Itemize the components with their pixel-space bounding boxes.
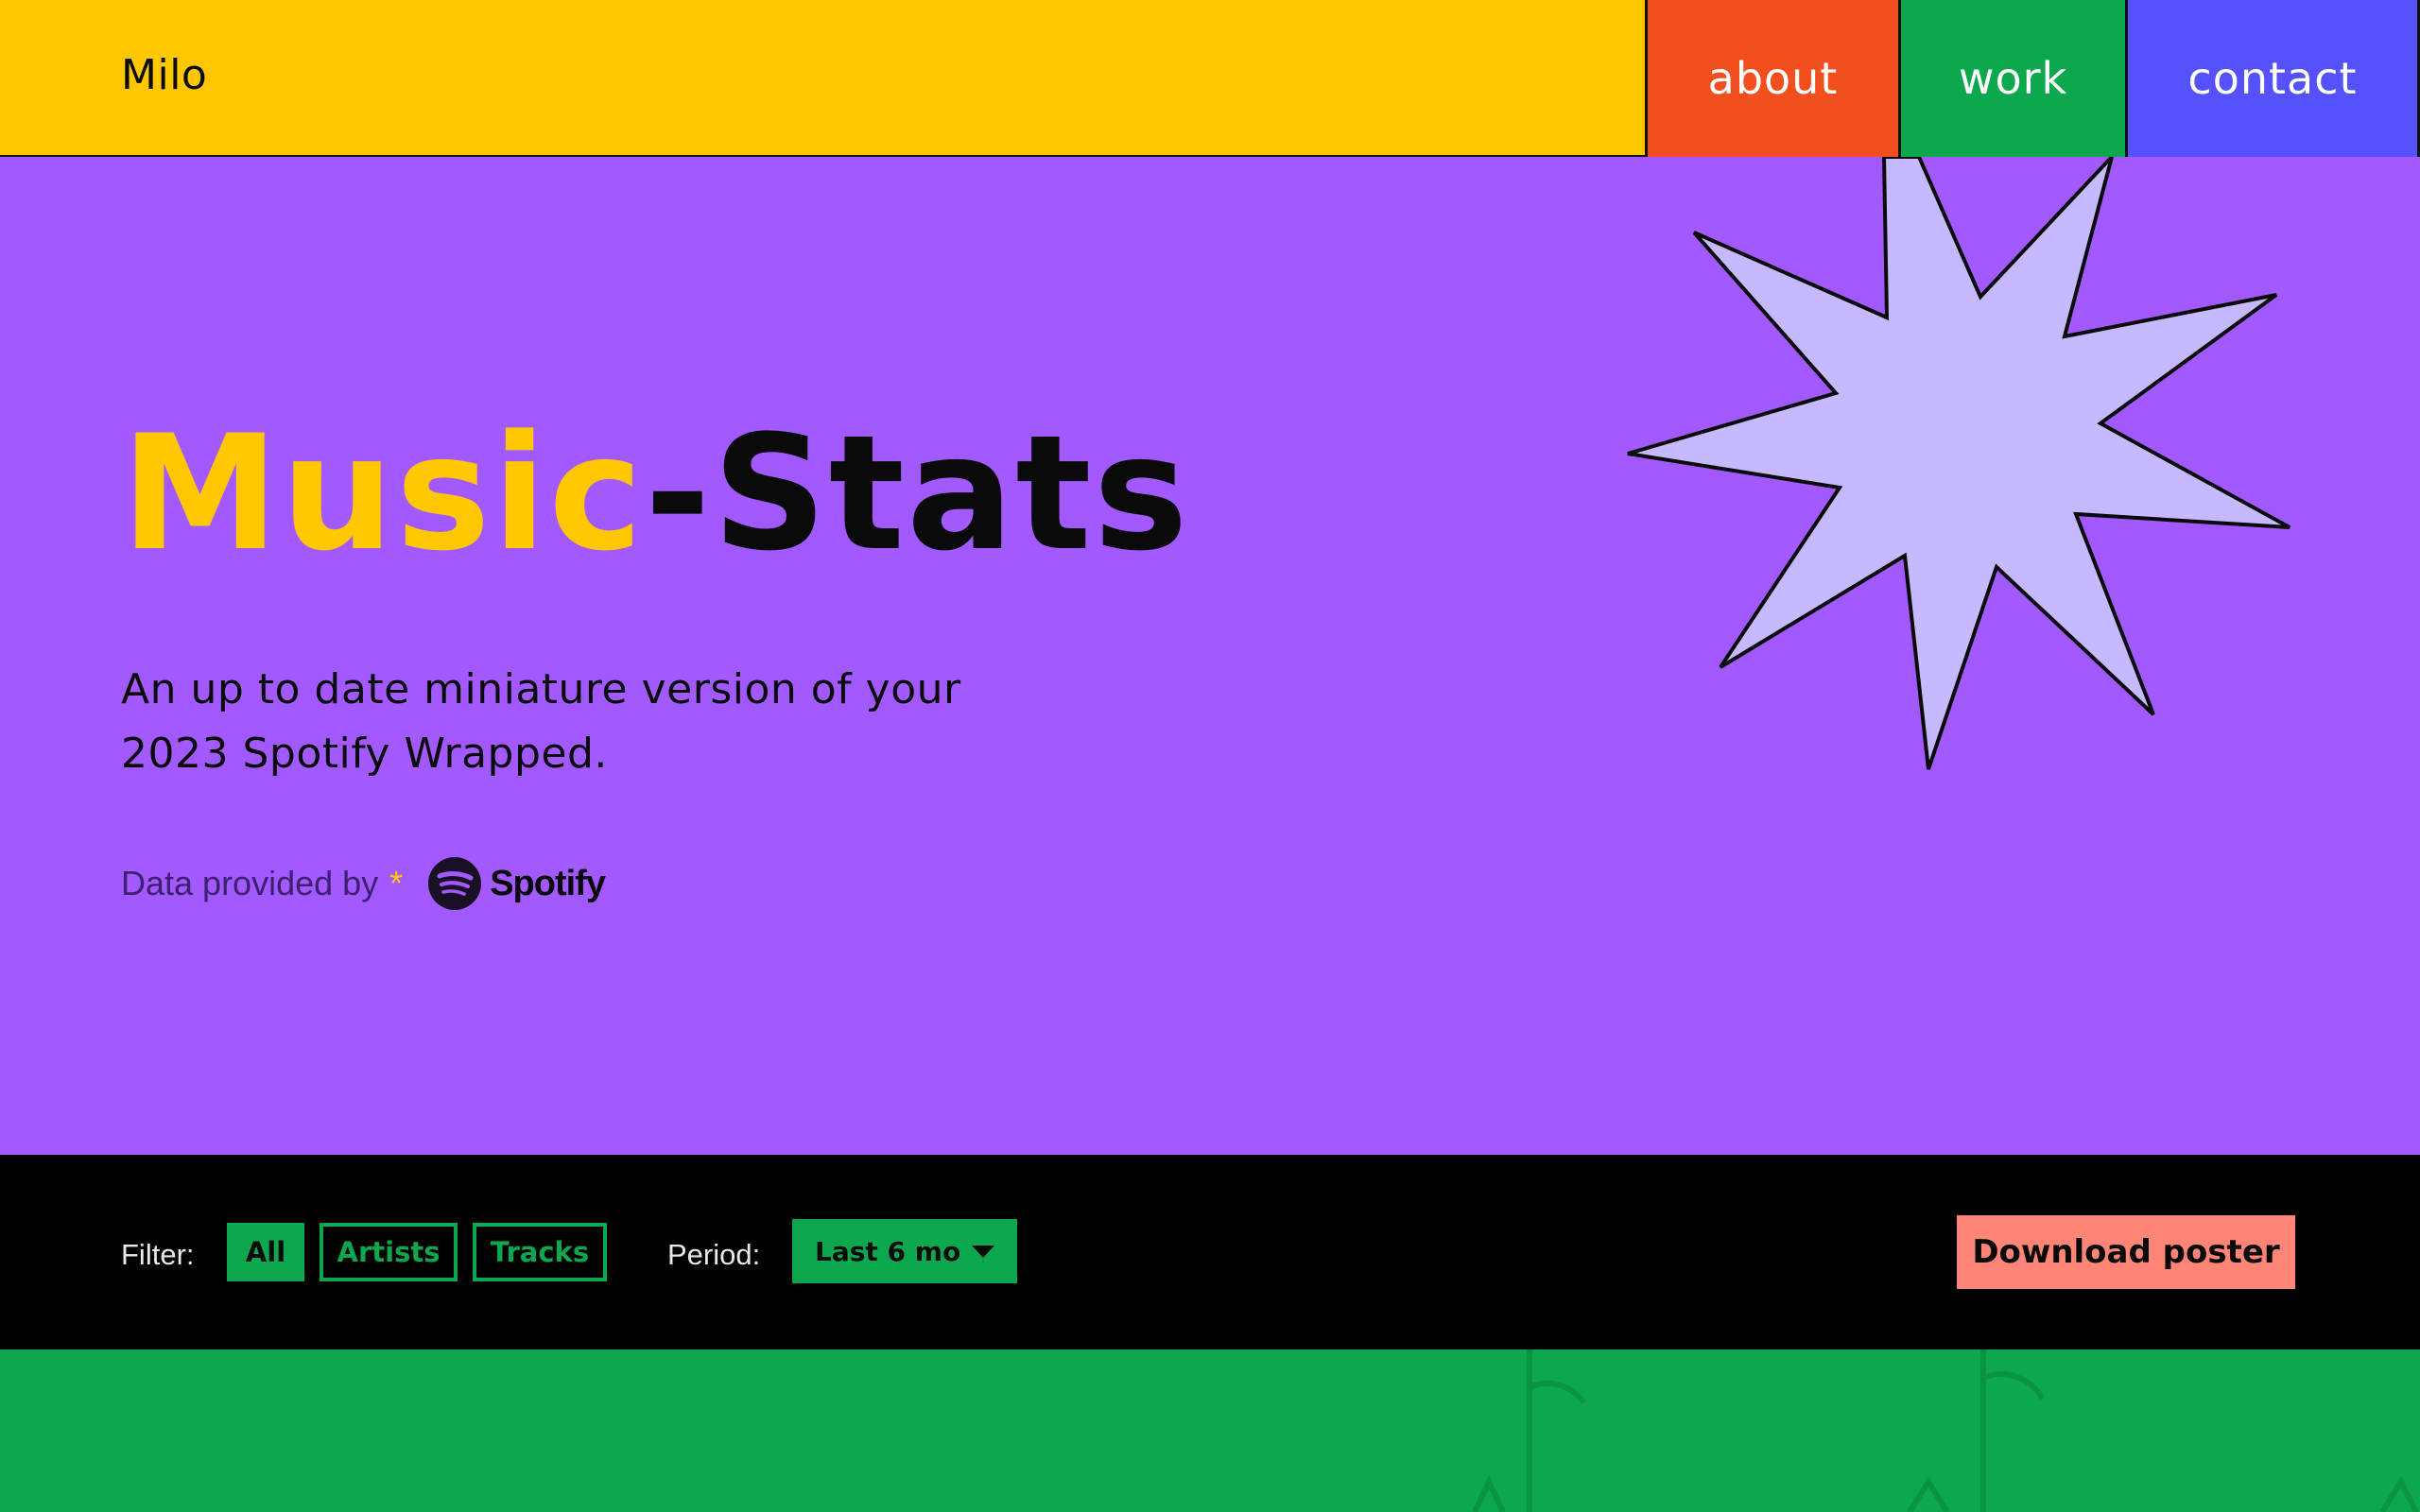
caret-down-icon — [972, 1246, 994, 1258]
content-section — [0, 1349, 2420, 1512]
page-title: Music-Stats — [121, 414, 1190, 573]
data-credit: Data provided by * Spotify — [121, 856, 606, 911]
credit-text: Data provided by — [121, 864, 379, 902]
filter-label: Filter: — [121, 1238, 195, 1271]
credit-asterisk: * — [389, 864, 404, 902]
site-header: Milo about work contact — [0, 0, 2420, 157]
starburst-icon — [1627, 157, 2290, 770]
filter-chip-tracks[interactable]: Tracks — [473, 1223, 607, 1281]
spotify-wordmark: Spotify — [490, 863, 606, 903]
period-select[interactable]: Last 6 mo — [792, 1219, 1017, 1283]
nav-contact-tab[interactable]: contact — [2125, 0, 2420, 157]
filter-bar: Filter: All Artists Tracks Period: Last … — [0, 1155, 2420, 1349]
period-select-value: Last 6 mo — [815, 1235, 961, 1267]
nav-about-tab[interactable]: about — [1645, 0, 1898, 157]
filter-chip-artists[interactable]: Artists — [320, 1223, 458, 1281]
spotify-logo-icon — [428, 857, 482, 910]
filter-chip-all[interactable]: All — [227, 1223, 304, 1281]
hero-subtitle: An up to date miniature version of your … — [121, 665, 961, 778]
brand-name[interactable]: Milo — [121, 51, 207, 99]
decorative-lines-icon — [1472, 1349, 2419, 1512]
spotify-logo[interactable]: Spotify — [427, 856, 606, 911]
download-poster-button[interactable]: Download poster — [1957, 1215, 2295, 1289]
title-highlight: Music — [121, 401, 645, 586]
title-rest: -Stats — [644, 401, 1190, 586]
period-label: Period: — [667, 1238, 761, 1271]
hero-section: Music-Stats An up to date miniature vers… — [0, 157, 2420, 1155]
nav-work-tab[interactable]: work — [1898, 0, 2125, 157]
